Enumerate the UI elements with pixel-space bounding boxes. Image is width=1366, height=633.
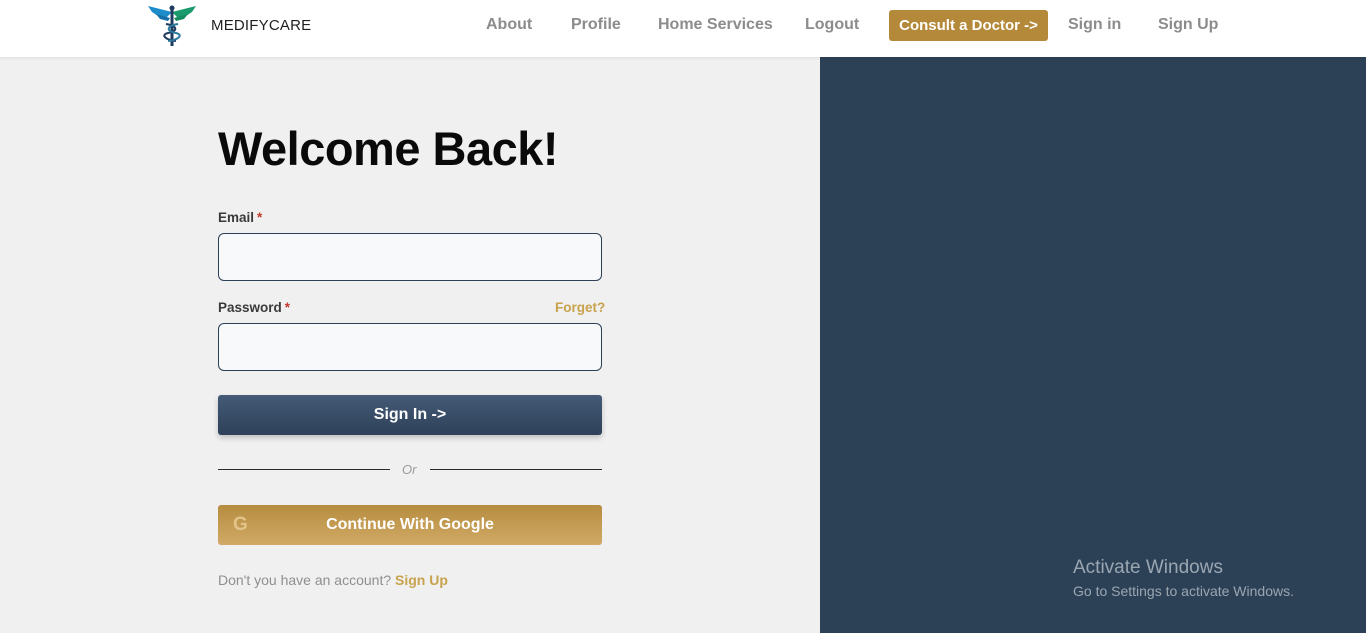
required-mark: * — [284, 300, 291, 315]
side-panel — [820, 57, 1366, 633]
email-label-text: Email — [218, 210, 255, 225]
divider-or-text: Or — [402, 462, 417, 477]
sign-up-link[interactable]: Sign Up — [395, 572, 448, 588]
nav-logout[interactable]: Logout — [805, 16, 859, 34]
email-label: Email * — [218, 210, 262, 225]
forget-password-link[interactable]: Forget? — [555, 300, 605, 315]
password-label-text: Password — [218, 300, 282, 315]
activate-windows-title: Activate Windows — [1073, 557, 1223, 578]
divider-right — [430, 469, 602, 470]
nav-profile[interactable]: Profile — [571, 16, 621, 34]
sign-in-button[interactable]: Sign In -> — [218, 395, 602, 435]
nav-home-services[interactable]: Home Services — [658, 16, 773, 34]
password-label: Password * — [218, 300, 290, 315]
no-account-text: Don't you have an account? — [218, 572, 392, 588]
nav-sign-in[interactable]: Sign in — [1068, 16, 1121, 34]
email-input[interactable] — [218, 233, 602, 281]
top-navbar: MEDIFYCARE About Profile Home Services L… — [0, 0, 1366, 57]
continue-with-google-button[interactable]: Continue With Google — [218, 505, 602, 545]
nav-sign-up[interactable]: Sign Up — [1158, 16, 1218, 34]
nav-about[interactable]: About — [486, 16, 532, 34]
google-icon: G — [233, 514, 248, 535]
password-input[interactable] — [218, 323, 602, 371]
divider-left — [218, 469, 390, 470]
consult-doctor-button[interactable]: Consult a Doctor -> — [889, 10, 1048, 41]
required-mark: * — [257, 210, 263, 225]
page-title: Welcome Back! — [218, 122, 559, 175]
brand-name[interactable]: MEDIFYCARE — [211, 17, 311, 34]
signup-prompt: Don't you have an account? Sign Up — [218, 572, 448, 588]
activate-windows-subtitle: Go to Settings to activate Windows. — [1073, 583, 1294, 599]
caduceus-logo-icon[interactable] — [146, 4, 198, 48]
